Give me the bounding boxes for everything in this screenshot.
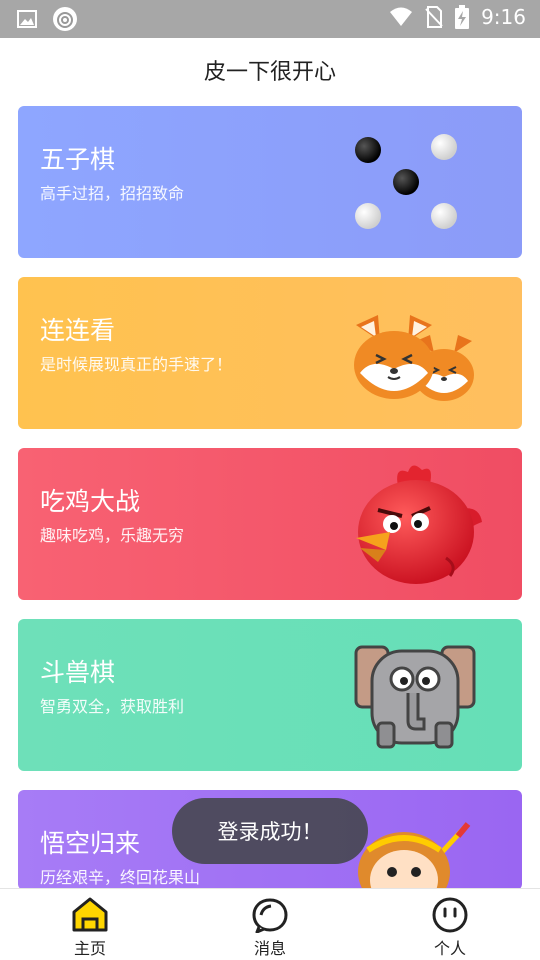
- app-header: 皮一下很开心: [0, 38, 540, 102]
- monkey-king-icon: [358, 822, 471, 890]
- nav-item-home[interactable]: 主页: [0, 889, 180, 960]
- nav-label: 主页: [73, 939, 106, 958]
- status-bar: 9:16: [0, 0, 540, 38]
- profile-icon: [432, 897, 468, 933]
- card-subtitle: 趣味吃鸡，乐趣无穷: [40, 526, 185, 545]
- card-title: 连连看: [40, 316, 116, 345]
- app-notification-icon: [53, 7, 77, 31]
- card-title: 吃鸡大战: [40, 487, 141, 516]
- nav-label: 个人: [433, 939, 466, 958]
- nav-item-profile[interactable]: 个人: [360, 889, 540, 960]
- game-card-animal-chess[interactable]: 斗兽棋 智勇双全，获取胜利: [18, 619, 522, 771]
- game-card-link[interactable]: 连连看 是时候展现真正的手速了！: [18, 277, 522, 429]
- game-list: 五子棋 高手过招，招招致命 连连看 是时候展现真正的手速了！ 吃鸡大战 趣味吃鸡…: [18, 106, 522, 909]
- page-title: 皮一下很开心: [203, 60, 336, 85]
- wifi-icon: [390, 7, 413, 26]
- card-subtitle: 高手过招，招招致命: [40, 184, 185, 203]
- battery-charging-icon: [455, 5, 470, 29]
- game-card-chicken-battle[interactable]: 吃鸡大战 趣味吃鸡，乐趣无穷: [18, 448, 522, 600]
- gallery-notification-icon: [17, 10, 37, 28]
- bottom-navigation: 主页 消息 个人: [0, 888, 540, 960]
- status-time: 9:16: [481, 5, 526, 29]
- game-card-gomoku[interactable]: 五子棋 高手过招，招招致命: [18, 106, 522, 258]
- nav-item-messages[interactable]: 消息: [180, 889, 360, 960]
- card-subtitle: 历经艰辛，终回花果山: [40, 868, 201, 887]
- no-sim-icon: [425, 6, 443, 28]
- angry-chicken-icon: [356, 465, 482, 584]
- card-subtitle: 是时候展现真正的手速了！: [40, 355, 233, 374]
- login-success-toast: 登录成功！: [172, 798, 368, 864]
- gomoku-stones-icon: [355, 134, 457, 229]
- message-icon: [252, 898, 288, 933]
- card-subtitle: 智勇双全，获取胜利: [40, 697, 185, 716]
- elephant-icon: [354, 645, 476, 749]
- fox-pair-icon: [354, 315, 474, 401]
- card-title: 斗兽棋: [40, 658, 116, 687]
- nav-label: 消息: [253, 939, 286, 958]
- card-title: 悟空归来: [40, 829, 141, 858]
- card-title: 五子棋: [40, 145, 116, 174]
- home-icon: [72, 897, 108, 932]
